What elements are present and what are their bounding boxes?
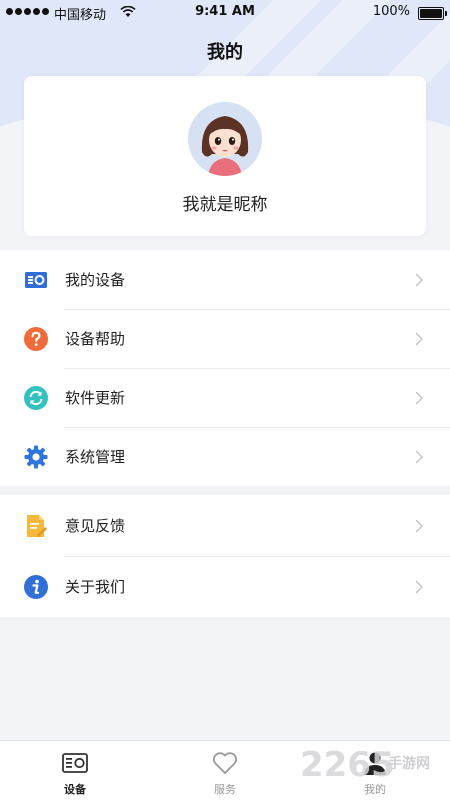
menu-item-about-us[interactable]: 关于我们 [0, 556, 450, 617]
chevron-right-icon [415, 391, 423, 404]
battery-percent: 100% [372, 4, 410, 19]
device-icon [62, 753, 88, 773]
menu-item-feedback[interactable]: 意见反馈 [0, 495, 450, 556]
chevron-right-icon [415, 519, 423, 532]
nickname: 我就是昵称 [182, 195, 268, 215]
menu-group-secondary: 意见反馈 关于我们 [0, 495, 450, 617]
battery-icon [418, 7, 447, 20]
menu-item-label: 我的设备 [65, 271, 126, 289]
info-icon [24, 574, 48, 599]
question-icon [24, 326, 48, 351]
profile-card[interactable]: 我就是昵称 [24, 76, 426, 236]
menu-item-system-management[interactable]: 系统管理 [0, 427, 450, 486]
avatar-girl-icon [188, 102, 262, 176]
menu-group-primary: 我的设备 设备帮助 软件更新 系统管理 [0, 250, 450, 486]
refresh-icon [24, 385, 48, 410]
menu-item-label: 关于我们 [65, 578, 126, 596]
chevron-right-icon [415, 450, 423, 463]
menu-item-my-devices[interactable]: 我的设备 [0, 250, 450, 309]
svg-text:2265: 2265 [300, 745, 395, 784]
tab-label: 设备 [64, 783, 86, 796]
feedback-icon [27, 514, 47, 537]
avatar[interactable] [188, 102, 262, 176]
device-icon [25, 271, 47, 288]
menu-item-label: 系统管理 [65, 448, 126, 466]
menu-item-label: 设备帮助 [65, 330, 126, 348]
menu-item-label: 意见反馈 [65, 517, 126, 535]
chevron-right-icon [415, 580, 423, 593]
tab-label: 服务 [214, 783, 236, 796]
menu-item-device-help[interactable]: 设备帮助 [0, 309, 450, 368]
heart-icon [213, 752, 237, 774]
svg-text:手游网: 手游网 [388, 755, 430, 772]
page-title: 我的 [207, 42, 243, 63]
status-bar: 中国移动 9:41 AM 100% [0, 0, 450, 26]
tab-services[interactable]: 服务 [150, 741, 300, 801]
menu-item-software-update[interactable]: 软件更新 [0, 368, 450, 427]
watermark-logo: 2265 手游网 [300, 745, 430, 784]
chevron-right-icon [415, 273, 423, 286]
gear-icon [24, 445, 48, 468]
chevron-right-icon [415, 332, 423, 345]
menu-item-label: 软件更新 [65, 389, 126, 407]
tab-devices[interactable]: 设备 [0, 741, 150, 801]
